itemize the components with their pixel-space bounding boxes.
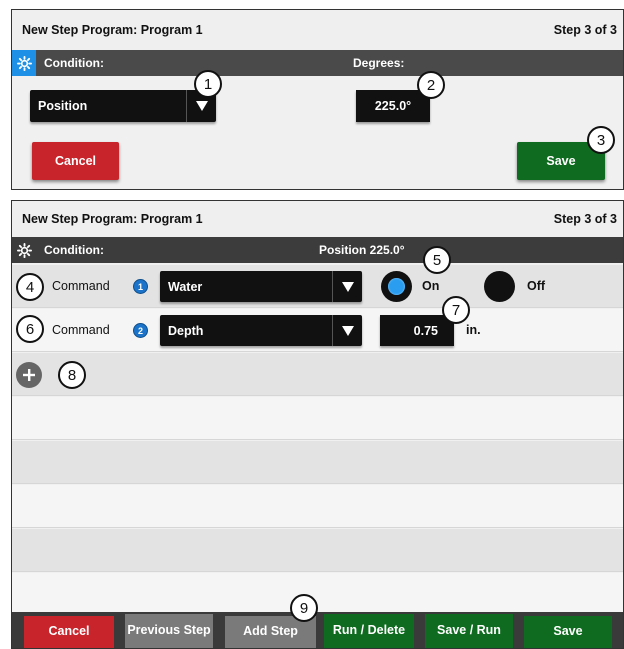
on-label: On xyxy=(422,279,440,293)
command-number-badge: 1 xyxy=(133,279,148,294)
command-row-2: Command 2 Depth 0.75 in. xyxy=(12,309,623,352)
off-radio[interactable] xyxy=(484,271,515,302)
callout-marker: 1 xyxy=(194,70,222,98)
panel-title-bar: New Step Program: Program 1 Step 3 of 3 xyxy=(12,10,623,50)
panel-title: New Step Program: xyxy=(22,212,138,226)
footer-toolbar: Cancel Previous Step Add Step Run / Dele… xyxy=(12,612,623,648)
step-indicator: Step 3 of 3 xyxy=(553,212,617,226)
callout-marker: 6 xyxy=(16,315,44,343)
empty-row xyxy=(12,441,623,484)
gear-icon xyxy=(16,242,32,258)
settings-button[interactable] xyxy=(12,50,36,76)
command-label: Command xyxy=(52,323,110,337)
footer-cancel-button[interactable]: Cancel xyxy=(24,616,114,648)
condition-header: Condition: Degrees: xyxy=(12,50,623,76)
callout-marker: 2 xyxy=(417,71,445,99)
degrees-label: Degrees: xyxy=(353,56,405,70)
gear-icon xyxy=(16,55,32,71)
command-number-badge: 2 xyxy=(133,323,148,338)
command-editor-panel: New Step Program: Program 1 Step 3 of 3 … xyxy=(11,200,624,649)
condition-label: Condition: xyxy=(44,243,104,257)
condition-header: Condition: Position 225.0° xyxy=(12,237,623,263)
depth-input[interactable]: 0.75 xyxy=(380,315,454,346)
condition-select-value: Position xyxy=(38,99,88,113)
callout-marker: 5 xyxy=(423,246,451,274)
command-select-value: Depth xyxy=(168,323,204,338)
condition-select[interactable]: Position xyxy=(30,90,216,122)
settings-button[interactable] xyxy=(12,237,36,263)
on-radio[interactable] xyxy=(381,271,412,302)
callout-marker: 4 xyxy=(16,273,44,301)
panel-title-bar: New Step Program: Program 1 Step 3 of 3 xyxy=(12,201,623,237)
empty-row xyxy=(12,529,623,572)
callout-marker: 3 xyxy=(587,126,615,154)
callout-marker: 9 xyxy=(290,594,318,622)
cancel-button[interactable]: Cancel xyxy=(32,142,119,180)
condition-editor-panel: New Step Program: Program 1 Step 3 of 3 … xyxy=(11,9,624,190)
condition-summary: Position 225.0° xyxy=(319,243,405,257)
panel-title: New Step Program: xyxy=(22,23,138,37)
plus-icon xyxy=(23,369,35,381)
program-name: Program 1 xyxy=(140,23,203,37)
chevron-down-icon xyxy=(332,315,362,346)
condition-label: Condition: xyxy=(44,56,104,70)
run-delete-button[interactable]: Run / Delete xyxy=(324,614,414,648)
off-label: Off xyxy=(527,279,546,293)
add-command-row xyxy=(12,353,623,396)
command-select[interactable]: Water xyxy=(160,271,362,302)
program-name: Program 1 xyxy=(140,212,203,226)
step-indicator: Step 3 of 3 xyxy=(553,23,617,37)
command-label: Command xyxy=(52,279,110,293)
save-run-button[interactable]: Save / Run xyxy=(425,614,513,648)
previous-step-button[interactable]: Previous Step xyxy=(125,614,213,648)
unit-label: in. xyxy=(466,323,481,337)
add-command-button[interactable] xyxy=(16,362,42,388)
command-select[interactable]: Depth xyxy=(160,315,362,346)
chevron-down-icon xyxy=(332,271,362,302)
command-select-value: Water xyxy=(168,279,203,294)
callout-marker: 7 xyxy=(442,296,470,324)
command-row-1: Command 1 Water On Off xyxy=(12,265,623,308)
empty-row xyxy=(12,485,623,528)
footer-save-button[interactable]: Save xyxy=(524,616,612,648)
empty-row xyxy=(12,397,623,440)
callout-marker: 8 xyxy=(58,361,86,389)
degrees-input[interactable]: 225.0° xyxy=(356,90,430,122)
